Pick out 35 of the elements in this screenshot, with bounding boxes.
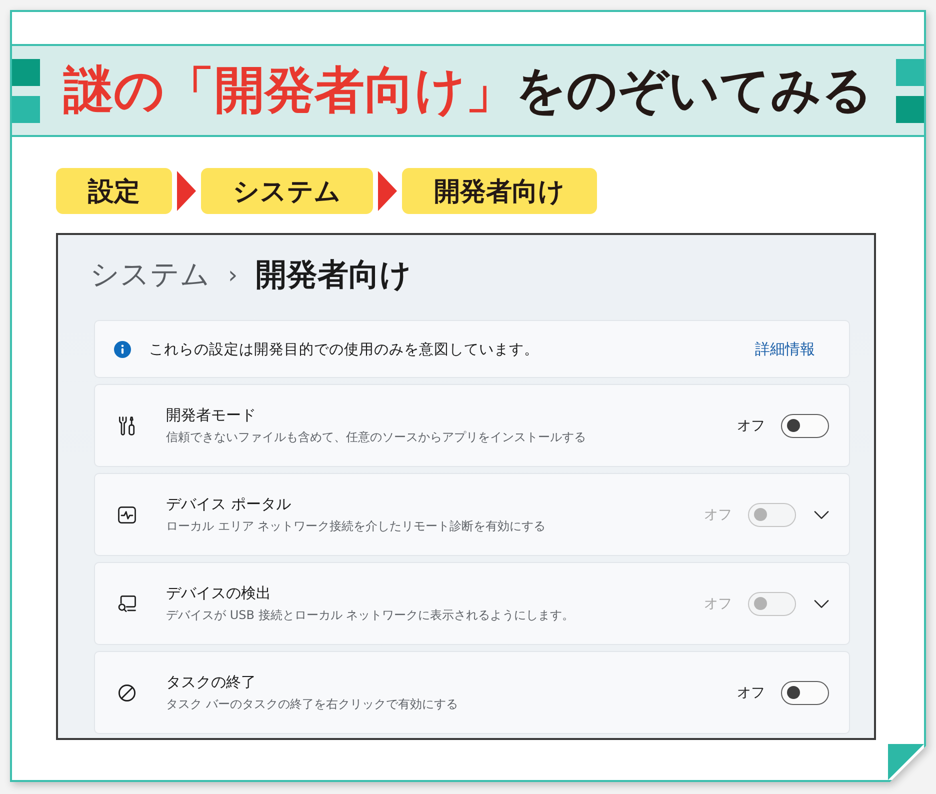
pulse-icon bbox=[116, 504, 138, 526]
edge-block bbox=[12, 96, 40, 122]
breadcrumb-parent[interactable]: システム bbox=[90, 255, 210, 295]
setting-title: デバイスの検出 bbox=[166, 584, 271, 602]
prohibited-icon bbox=[116, 682, 138, 704]
more-info-link[interactable]: 詳細情報 bbox=[755, 340, 815, 358]
state-label: オフ bbox=[704, 594, 732, 612]
monitor-search-icon bbox=[116, 592, 138, 614]
edge-block bbox=[896, 58, 924, 86]
state-label: オフ bbox=[704, 506, 732, 524]
state-label: オフ bbox=[737, 684, 765, 702]
toggle-switch[interactable] bbox=[781, 414, 829, 438]
info-icon bbox=[114, 340, 131, 358]
breadcrumb-separator: › bbox=[228, 261, 238, 289]
edge-block bbox=[896, 96, 924, 122]
edge-block bbox=[12, 58, 40, 86]
arrow-icon bbox=[378, 171, 397, 211]
toggle-switch[interactable] bbox=[781, 680, 829, 704]
setting-title: タスクの終了 bbox=[166, 672, 256, 692]
setting-title: 開発者モード bbox=[166, 406, 256, 424]
setting-description: 信頼できないファイルも含めて、任意のソースからアプリをインストールする bbox=[166, 428, 586, 446]
path-step: システム bbox=[201, 168, 373, 214]
setting-title: デバイス ポータル bbox=[166, 494, 291, 514]
setting-description: デバイスが USB 接続とローカル ネットワークに表示されるようにします。 bbox=[166, 606, 574, 624]
state-label: オフ bbox=[737, 416, 765, 434]
page-curl-icon bbox=[888, 744, 924, 780]
headline-text: をのぞいてみる bbox=[516, 63, 872, 118]
arrow-icon bbox=[177, 171, 196, 211]
setting-description: タスク バーのタスクの終了を右クリックで有効にする bbox=[166, 696, 458, 712]
page-title: 開発者向け bbox=[256, 256, 412, 295]
path-step: 設定 bbox=[56, 168, 172, 214]
headline-highlight: 謎の「開発者向け」 bbox=[64, 63, 516, 118]
setting-description: ローカル エリア ネットワーク接続を介したリモート診断を有効にする bbox=[166, 518, 546, 534]
notice-text: これらの設定は開発目的での使用のみを意図しています。 bbox=[149, 340, 540, 358]
path-step: 開発者向け bbox=[402, 168, 597, 214]
